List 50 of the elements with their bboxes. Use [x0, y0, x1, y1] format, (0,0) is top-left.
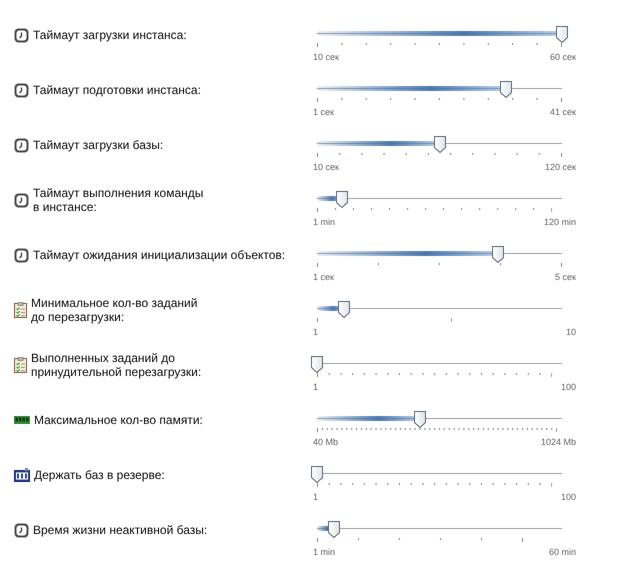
min-value-label: 1 [313, 327, 318, 337]
max-value-label: 120 сек [545, 162, 576, 172]
setting-label: Таймаут подготовки инстанса: [33, 83, 201, 97]
min-value-label: 40 Mb [313, 437, 338, 447]
counter-icon [14, 468, 30, 482]
slider-thumb[interactable] [311, 466, 323, 483]
setting-label: Держать баз в резерве: [34, 468, 165, 482]
max-value-label: 10 [566, 327, 576, 337]
slider-thumb[interactable] [311, 356, 323, 373]
clock-icon [14, 522, 29, 538]
clock-icon [14, 192, 29, 208]
min-value-label: 1 сек [313, 272, 334, 282]
slider-thumb[interactable] [492, 246, 504, 263]
clock-icon [14, 82, 29, 98]
setting-label: Максимальное кол-во памяти: [34, 413, 203, 427]
max-value-label: 41 сек [550, 107, 576, 117]
setting-label: Таймаут загрузки базы: [33, 138, 164, 152]
slider-thumb[interactable] [336, 191, 348, 208]
max-value-label: 60 сек [550, 52, 576, 62]
slider-thumb[interactable] [328, 521, 340, 538]
min-value-label: 10 сек [313, 52, 339, 62]
min-value-label: 1 min [313, 547, 336, 557]
setting-label: Таймаут загрузки инстанса: [33, 28, 187, 42]
setting-label: Таймаут ожидания инициализации объектов: [33, 248, 286, 262]
slider-thumb[interactable] [434, 136, 446, 153]
setting-label: Минимальное кол-во заданий до перезагрузки: [31, 296, 198, 324]
min-value-label: 1 [313, 492, 318, 502]
slider-thumb[interactable] [500, 81, 512, 98]
slider-thumb[interactable] [556, 26, 568, 43]
slider-thumb[interactable] [414, 411, 426, 428]
min-value-label: 1 сек [313, 107, 334, 117]
min-value-label: 1 [313, 382, 318, 392]
min-value-label: 1 min [313, 217, 336, 227]
min-value-label: 10 сек [313, 162, 339, 172]
memory-chip-icon [14, 416, 30, 424]
checklist-icon [14, 302, 27, 318]
max-value-label: 100 [560, 382, 576, 392]
clock-icon [14, 248, 29, 262]
slider-thumb[interactable] [338, 301, 350, 318]
clock-icon [14, 138, 29, 152]
clock-icon [14, 28, 29, 42]
setting-label: Таймаут выполнения команды в инстансе: [33, 186, 204, 214]
max-value-label: 60 min [548, 547, 576, 557]
max-value-label: 120 min [544, 217, 576, 227]
setting-label: Выполненных заданий до принудительной перезагрузки: [31, 351, 202, 379]
checklist-icon [14, 357, 27, 373]
setting-label: Время жизни неактивной базы: [33, 523, 208, 537]
max-value-label: 1024 Mb [540, 437, 576, 447]
max-value-label: 100 [560, 492, 576, 502]
max-value-label: 5 сек [555, 272, 576, 282]
